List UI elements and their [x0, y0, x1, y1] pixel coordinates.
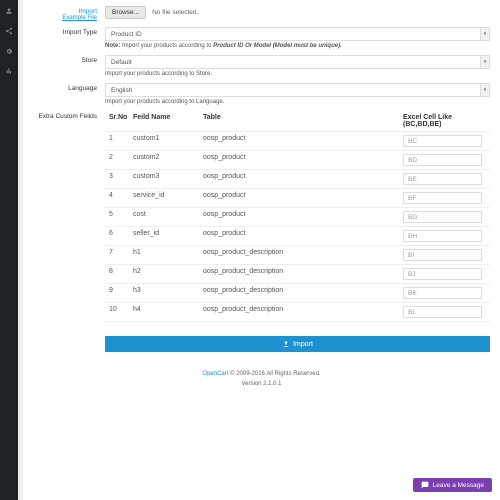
- cell-table: oosp_product: [203, 135, 403, 147]
- cell-sn: 3: [105, 173, 133, 185]
- chevron-down-icon: ▾: [480, 83, 490, 97]
- cell-sn: 2: [105, 154, 133, 166]
- import-type-label: Import Type: [63, 29, 97, 36]
- cell-excel-input[interactable]: [403, 173, 482, 185]
- browse-button[interactable]: Browse...: [105, 6, 146, 19]
- import-type-note: Note: Import your products according to …: [105, 43, 490, 49]
- table-row: 6seller_idoosp_product: [105, 227, 490, 246]
- cell-fieldname: h3: [133, 287, 203, 299]
- cell-table: oosp_product_description: [203, 287, 403, 299]
- table-row: 5costoosp_product: [105, 208, 490, 227]
- cell-table: oosp_product: [203, 192, 403, 204]
- footer-copyright: © 2009-2016 All Rights Reserved.: [228, 371, 320, 377]
- table-row: 8h2oosp_product_description: [105, 265, 490, 284]
- cell-sn: 6: [105, 230, 133, 242]
- cell-fieldname: h4: [133, 306, 203, 318]
- cell-fieldname: seller_id: [133, 230, 203, 242]
- chart-icon[interactable]: [4, 66, 14, 76]
- extra-fields-label: Extra Custom Feilds: [38, 113, 97, 120]
- cell-table: oosp_product_description: [203, 306, 403, 318]
- table-row: 1custom1oosp_product: [105, 132, 490, 151]
- cell-excel-input[interactable]: [403, 249, 482, 261]
- cell-excel-input[interactable]: [403, 211, 482, 223]
- cell-excel-input[interactable]: [403, 230, 482, 242]
- cell-excel-input[interactable]: [403, 135, 482, 147]
- import-button[interactable]: Import: [105, 336, 490, 352]
- chat-icon: [421, 481, 429, 489]
- cell-table: oosp_product_description: [203, 268, 403, 280]
- cell-sn: 7: [105, 249, 133, 261]
- language-select[interactable]: ▾: [105, 83, 490, 97]
- col-header-tb: Table: [203, 114, 403, 128]
- store-value[interactable]: [105, 55, 480, 69]
- share-icon[interactable]: [4, 26, 14, 36]
- cell-excel-input[interactable]: [403, 154, 482, 166]
- table-row: 9h3oosp_product_description: [105, 284, 490, 303]
- sidebar-nav: [0, 0, 18, 500]
- cell-excel-input[interactable]: [403, 287, 482, 299]
- cell-sn: 10: [105, 306, 133, 318]
- cell-sn: 1: [105, 135, 133, 147]
- cell-sn: 4: [105, 192, 133, 204]
- cell-fieldname: h2: [133, 268, 203, 280]
- import-button-label: Import: [293, 341, 313, 348]
- cell-sn: 9: [105, 287, 133, 299]
- user-icon[interactable]: [4, 6, 14, 16]
- example-file-link[interactable]: Example File: [33, 15, 97, 21]
- import-label: Import: [79, 8, 97, 15]
- chat-widget[interactable]: Leave a Message: [413, 478, 492, 492]
- cell-excel-input[interactable]: [403, 306, 482, 318]
- chevron-down-icon: ▾: [480, 55, 490, 69]
- import-type-select[interactable]: ▾: [105, 27, 490, 41]
- no-file-text: No file selected.: [152, 9, 198, 16]
- cell-table: oosp_product_description: [203, 249, 403, 261]
- table-row: 4service_idoosp_product: [105, 189, 490, 208]
- footer-version: Version 2.1.0.1: [241, 381, 281, 387]
- cell-table: oosp_product: [203, 173, 403, 185]
- cell-fieldname: custom1: [133, 135, 203, 147]
- table-row: 3custom3oosp_product: [105, 170, 490, 189]
- table-row: 7h1oosp_product_description: [105, 246, 490, 265]
- cell-fieldname: h1: [133, 249, 203, 261]
- cell-table: oosp_product: [203, 154, 403, 166]
- cell-fieldname: service_id: [133, 192, 203, 204]
- footer: OpenCart © 2009-2016 All Rights Reserved…: [33, 370, 490, 389]
- cell-fieldname: cost: [133, 211, 203, 223]
- cell-fieldname: custom2: [133, 154, 203, 166]
- fields-table: Sr.No Feild Name Table Excel Cell Like (…: [105, 111, 490, 322]
- language-label: Language: [68, 85, 97, 92]
- store-note: Import your products according to Store.: [105, 71, 490, 77]
- col-header-sn: Sr.No: [105, 114, 133, 128]
- footer-brand-link[interactable]: OpenCart: [202, 371, 228, 377]
- language-value[interactable]: [105, 83, 480, 97]
- cell-table: oosp_product: [203, 211, 403, 223]
- gear-icon[interactable]: [4, 46, 14, 56]
- cell-fieldname: custom3: [133, 173, 203, 185]
- chat-label: Leave a Message: [433, 482, 484, 489]
- col-header-ec: Excel Cell Like (BC,BD,BE): [403, 114, 490, 128]
- store-label: Store: [81, 57, 97, 64]
- upload-icon: [282, 340, 290, 348]
- col-header-fn: Feild Name: [133, 114, 203, 128]
- store-select[interactable]: ▾: [105, 55, 490, 69]
- cell-excel-input[interactable]: [403, 268, 482, 280]
- cell-excel-input[interactable]: [403, 192, 482, 204]
- language-note: Import your products according to Langua…: [105, 99, 490, 105]
- table-row: 10h4oosp_product_description: [105, 303, 490, 322]
- main-panel: Import Example File Browse... No file se…: [23, 0, 500, 500]
- import-type-value[interactable]: [105, 27, 480, 41]
- cell-sn: 8: [105, 268, 133, 280]
- cell-sn: 5: [105, 211, 133, 223]
- chevron-down-icon: ▾: [480, 27, 490, 41]
- table-row: 2custom2oosp_product: [105, 151, 490, 170]
- cell-table: oosp_product: [203, 230, 403, 242]
